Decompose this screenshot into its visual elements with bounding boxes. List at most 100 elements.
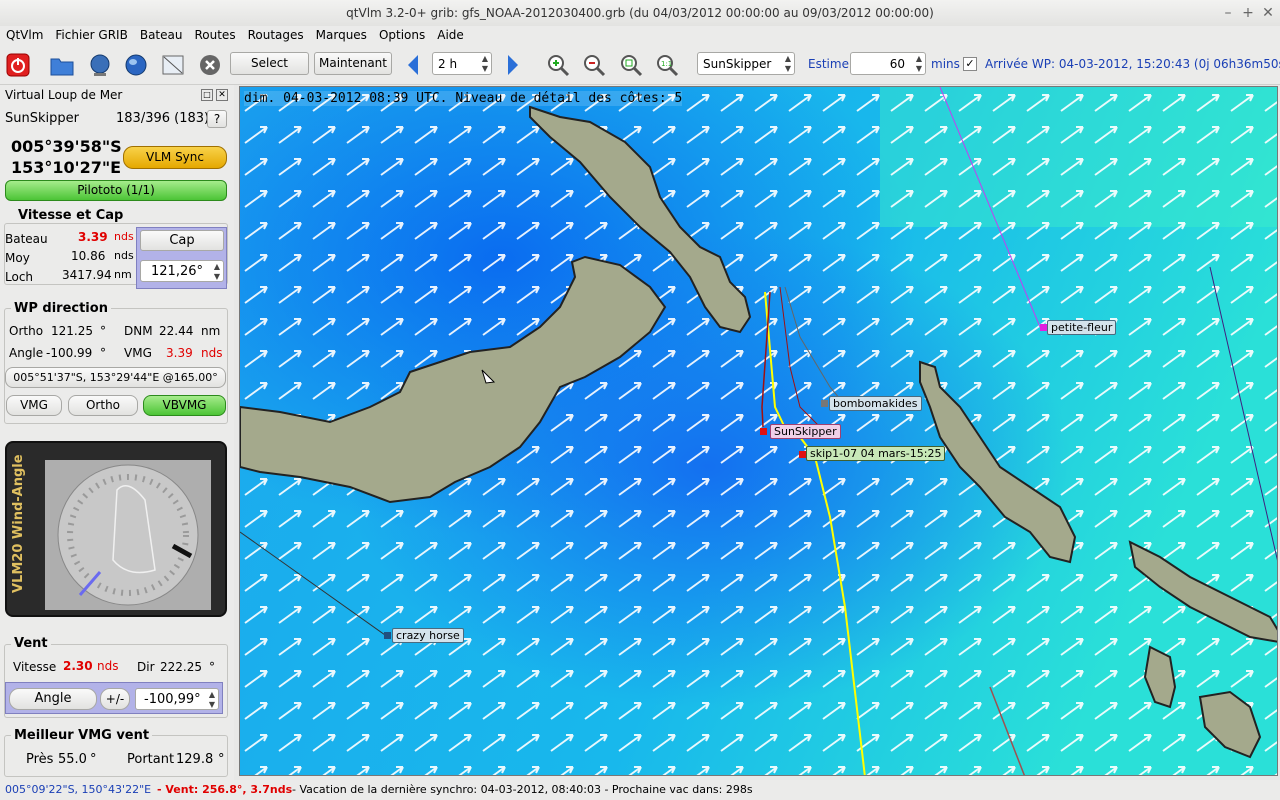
chevron-updown-icon: ▲ ▼ [784,54,791,73]
now-button[interactable]: Maintenant [314,52,392,75]
label-skip1[interactable]: skip1-07 04 mars-15:25 [806,446,946,461]
globe-icon[interactable] [123,52,149,78]
wind-dir-unit: ° [209,660,215,674]
crazy-horse-marker[interactable] [384,632,391,639]
menu-routes[interactable]: Routes [188,26,241,42]
dnm-label: DNM [124,324,153,338]
ortho-value: 121.25 [51,324,93,338]
zoom-in-icon[interactable] [545,52,571,78]
estime-input[interactable]: 60 ▲ ▼ [850,52,926,75]
loch-value: 3417.94 [62,268,112,282]
open-folder-icon[interactable] [49,52,75,78]
map-header: dim. 04-03-2012 08:39 UTC. Niveau de dét… [244,91,683,106]
angle-label: Angle [9,346,44,360]
menu-bateau[interactable]: Bateau [134,26,189,42]
chevron-updown-icon: ▲ ▼ [213,262,220,281]
previous-step-icon[interactable] [400,52,426,78]
bateau-speed-unit: nds [114,230,134,243]
menu-marques[interactable]: Marques [310,26,373,42]
pres-label: Près [26,752,54,767]
cap-button[interactable]: Cap [140,230,224,251]
next-step-icon[interactable] [500,52,526,78]
moy-label: Moy [5,251,30,265]
arrival-checkbox[interactable]: ✓ [963,57,977,71]
status-wind: - Vent: 256.8°, 3.7nds [157,783,293,796]
boat-select[interactable]: SunSkipper ▲ ▼ [697,52,795,75]
pres-unit: ° [90,752,97,767]
vlm-panel: Virtual Loup de Mer □ ✕ SunSkipper 183/3… [0,85,234,780]
vlm-sync-button[interactable]: VLM Sync [123,146,227,169]
moy-speed-unit: nds [114,249,134,262]
estime-unit: mins [931,57,960,71]
portant-label: Portant [127,752,175,767]
vmg-value: 3.39 [166,346,193,360]
minimize-icon[interactable]: – [1218,3,1238,23]
power-icon[interactable] [5,52,31,78]
close-window-icon[interactable]: ✕ [1258,3,1278,23]
map-canvas[interactable] [240,87,1278,776]
mode-vmg-button[interactable]: VMG [6,395,62,416]
angle-button[interactable]: Angle [9,688,97,710]
plus-minus-button[interactable]: +/- [100,688,130,710]
chevron-updown-icon: ▲ ▼ [208,690,215,709]
angle-unit: ° [100,346,106,360]
help-button[interactable]: ? [207,110,227,128]
arrival-text: Arrivée WP: 04-03-2012, 15:20:43 (0j 06h… [985,57,1280,71]
petite-fleur-marker[interactable] [1040,324,1047,331]
status-bar: 005°09'22"S, 150°43'22"E - Vent: 256.8°,… [0,780,1280,800]
angle-input[interactable]: -100,99° ▲ ▼ [135,688,219,710]
menu-bar: QtVlm Fichier GRIB Bateau Routes Routages Mar… [0,26,1280,46]
maximize-icon[interactable]: + [1238,3,1258,23]
grib-map-icon[interactable] [160,52,186,78]
wind-group-title: Vent [11,636,51,651]
menu-options[interactable]: Options [373,26,431,42]
loch-unit: nm [114,268,132,281]
label-bombomakides[interactable]: bombomakides [829,396,922,411]
wp-coords-button[interactable]: 005°51'37"S, 153°29'44"E @165.00° [5,367,226,388]
angle-value: -100.99 [46,346,93,360]
moy-speed-value: 10.86 [71,249,106,263]
panel-title: Virtual Loup de Mer [5,88,123,102]
mode-ortho-button[interactable]: Ortho [68,395,138,416]
skip1-marker[interactable] [799,451,806,458]
menu-fichier-grib[interactable]: Fichier GRIB [49,26,133,42]
label-petite-fleur[interactable]: petite-fleur [1047,320,1117,335]
window-title: qtVlm 3.2-0+ grib: gfs_NOAA-2012030400.g… [346,6,934,20]
select-button[interactable]: Select [230,52,309,75]
time-step-select[interactable]: 2 h ▲ ▼ [432,52,492,75]
map-view[interactable]: dim. 04-03-2012 08:39 UTC. Niveau de dét… [239,86,1278,776]
boat-name: SunSkipper [5,111,79,126]
cap-value: 121,26° [151,264,203,279]
cap-input[interactable]: 121,26° ▲ ▼ [140,260,224,282]
boat-latitude: 005°39'58"S [11,137,122,156]
zoom-out-icon[interactable] [581,52,607,78]
zoom-reset-icon[interactable]: 1:1 [654,52,680,78]
globe-download-icon[interactable] [87,52,113,78]
mode-vbvmg-button[interactable]: VBVMG [143,395,226,416]
boat-longitude: 153°10'27"E [11,158,122,177]
float-panel-icon[interactable]: □ [201,89,213,101]
sunskipper-marker[interactable] [760,428,767,435]
close-grib-icon[interactable] [197,52,223,78]
menu-aide[interactable]: Aide [431,26,470,42]
ortho-unit: ° [100,324,106,338]
dnm-value: 22.44 [159,324,194,338]
bombomakides-marker[interactable] [821,400,828,407]
close-panel-icon[interactable]: ✕ [216,89,228,101]
wind-speed-unit: nds [97,659,119,673]
pilototo-button[interactable]: Pilototo (1/1) [5,180,227,201]
boat-rank: 183/396 (183) [116,111,210,126]
menu-routages[interactable]: Routages [242,26,310,42]
portant-value: 129.8 [176,752,214,767]
loch-label: Loch [5,270,34,284]
chevron-updown-icon: ▲ ▼ [481,54,488,73]
zoom-fit-icon[interactable] [618,52,644,78]
label-sunskipper[interactable]: SunSkipper [770,424,841,439]
wind-dir-label: Dir [137,660,155,674]
menu-qtvlm[interactable]: QtVlm [0,26,49,42]
estime-label: Estime [808,57,849,71]
toolbar: Select Maintenant 2 h ▲ ▼ 1:1 SunSkipper … [0,46,1280,85]
ortho-label: Ortho [9,324,44,338]
label-crazy-horse[interactable]: crazy horse [392,628,464,643]
bateau-speed-value: 3.39 [78,230,108,244]
